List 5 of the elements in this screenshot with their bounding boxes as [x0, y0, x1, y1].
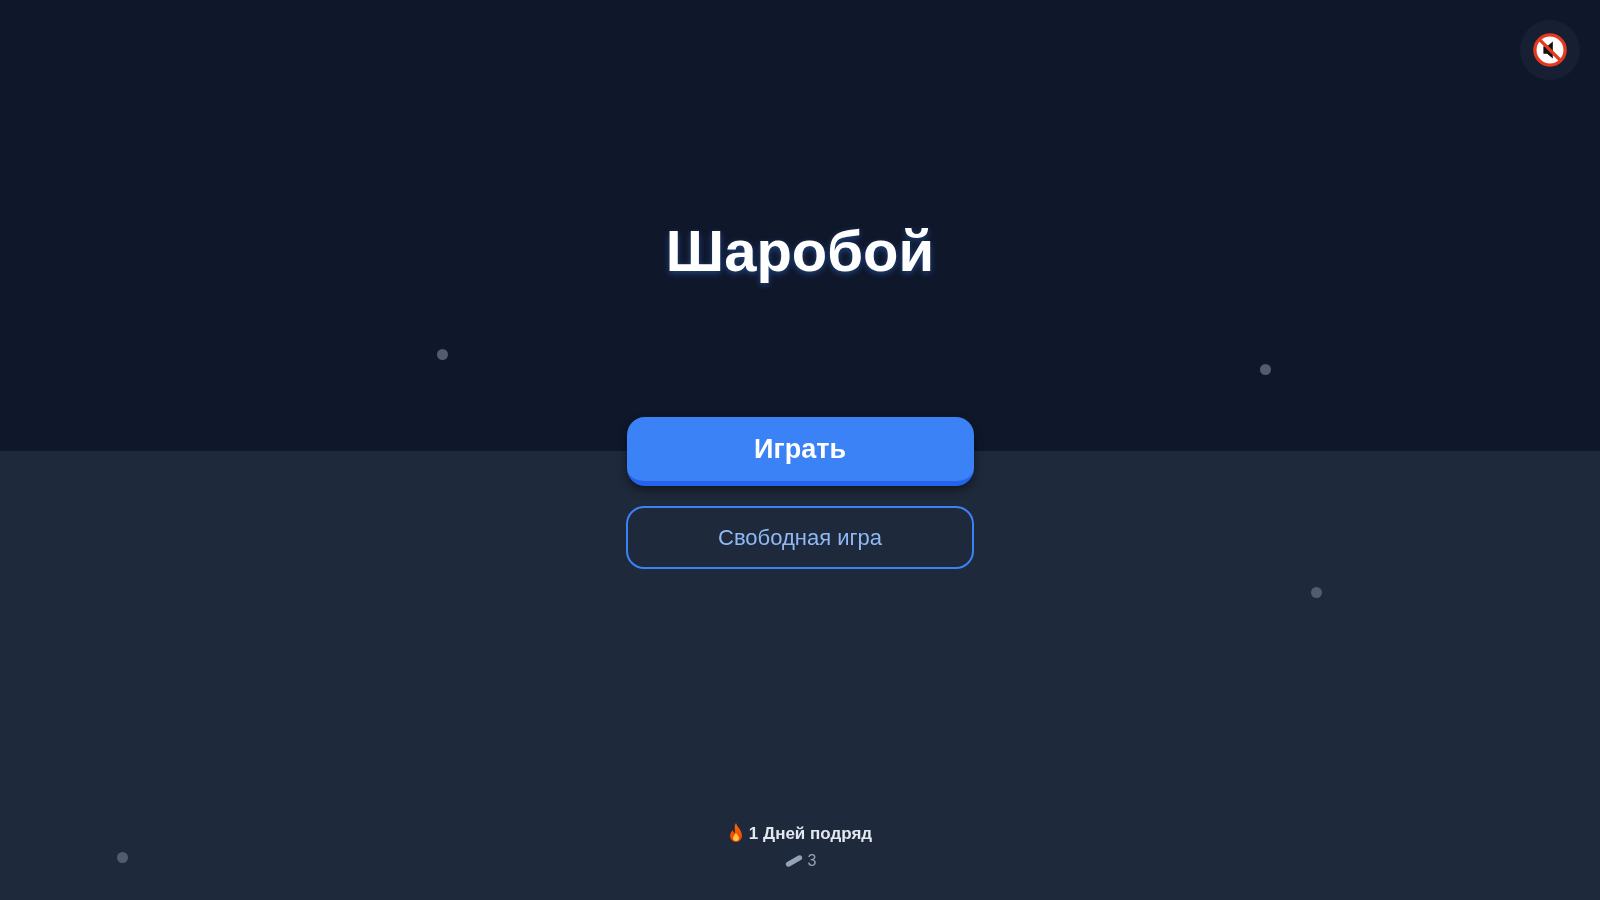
streak-text: 1 Дней подряд: [748, 822, 873, 845]
play-button[interactable]: Играть: [626, 417, 974, 486]
fire-icon: [727, 823, 744, 844]
balance-count: 3: [807, 851, 817, 871]
free-play-button[interactable]: Свободная игра: [626, 506, 974, 569]
